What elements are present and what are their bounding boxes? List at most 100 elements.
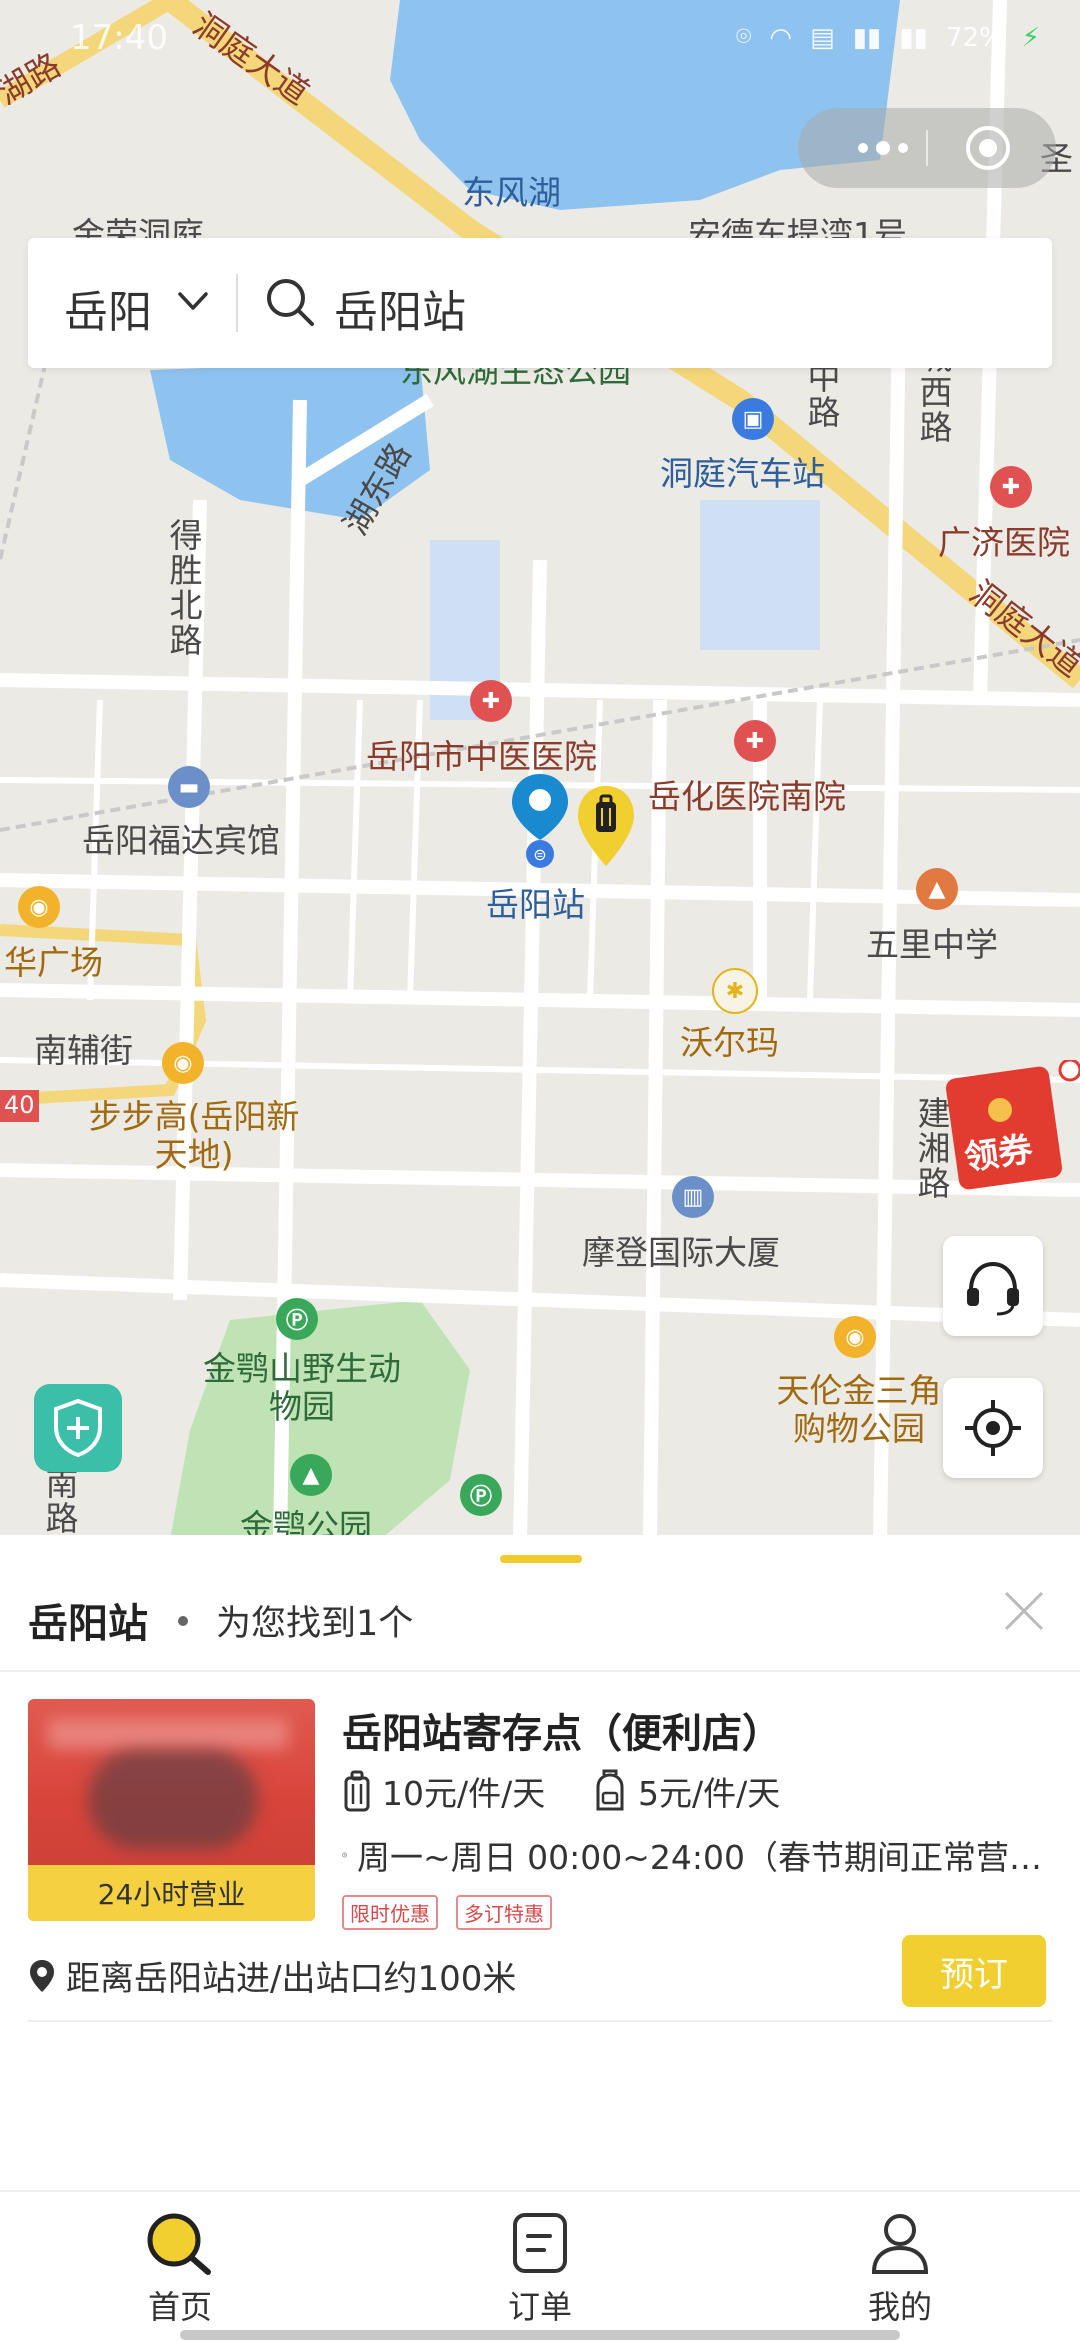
status-time: 17:40	[70, 18, 168, 58]
sheet-title: 岳阳站	[28, 1601, 148, 1647]
signal-icon: ▮▮	[899, 22, 928, 53]
poi-label: 岳阳福达宾馆	[82, 821, 280, 860]
price-bag-text: 5元/件/天	[638, 1774, 781, 1813]
search-bar: 岳阳 岳阳站	[28, 238, 1052, 368]
poi-label: 洞庭汽车站	[660, 454, 825, 493]
price-bag: 5元/件/天	[592, 1767, 780, 1815]
hospital-icon: ✚	[990, 466, 1032, 508]
road-number-label: 40	[0, 1090, 39, 1122]
business-hours-text: 周一~周日 00:00~24:00（春节期间正常营…	[357, 1838, 1042, 1877]
poi-label: 南辅街	[34, 1031, 133, 1070]
capsule-divider	[926, 130, 928, 166]
road-label: 得胜北路	[163, 518, 203, 658]
battery-text: 72%	[945, 22, 1004, 53]
poi-label: 沃尔玛	[680, 1023, 779, 1062]
home-indicator	[180, 2330, 900, 2340]
mall-icon: ◉	[834, 1316, 876, 1358]
more-menu-icon[interactable]	[838, 128, 928, 168]
poi-label: 岳化医院南院	[648, 777, 846, 816]
lake-label: 东风湖	[462, 173, 561, 212]
status-bar: 17:40 ⌾ ◠ ▤ ▮▮ ▮▮ 72% ⚡	[0, 0, 1080, 80]
search-icon	[147, 2213, 211, 2275]
mall-icon: ◉	[162, 1042, 204, 1084]
mall-icon: ◉	[18, 886, 60, 928]
tree-icon: ▲	[290, 1454, 332, 1496]
locate-button[interactable]	[943, 1378, 1043, 1478]
coupon-button[interactable]: 领券	[944, 1058, 1080, 1190]
exit-miniprogram-icon[interactable]	[966, 126, 1010, 170]
bus-icon: ▣	[732, 398, 774, 440]
poi-label: 广济医院	[938, 523, 1070, 562]
hospital-icon: ✚	[734, 720, 776, 762]
title-separator-dot	[178, 1616, 188, 1626]
location-pin-icon	[30, 1959, 54, 1992]
chevron-down-icon[interactable]	[174, 282, 212, 320]
building-icon: ▥	[672, 1176, 714, 1218]
tab-home-label: 首页	[147, 2288, 212, 2326]
price-luggage: 10元/件/天	[342, 1767, 545, 1815]
book-button[interactable]: 预订	[902, 1935, 1046, 2007]
search-divider	[236, 274, 238, 332]
hotel-icon: ▬	[168, 766, 210, 808]
city-selector[interactable]: 岳阳	[64, 276, 152, 340]
clock-icon	[342, 1852, 347, 1858]
tab-profile-label: 我的	[867, 2288, 932, 2326]
divider	[0, 1670, 1080, 1672]
promo-tag: 限时优惠	[342, 1895, 438, 1930]
luggage-icon	[344, 1770, 370, 1812]
customer-service-button[interactable]	[943, 1236, 1043, 1336]
tab-orders-label: 订单	[507, 2288, 572, 2326]
headset-icon	[967, 1261, 1019, 1316]
station-label: 岳阳站	[486, 885, 585, 924]
tab-home[interactable]: 首页	[100, 2210, 260, 2328]
order-list-icon	[513, 2213, 567, 2273]
search-input[interactable]: 岳阳站	[334, 276, 466, 340]
sheet-drag-handle[interactable]	[500, 1555, 582, 1563]
backpack-icon	[596, 1769, 624, 1811]
poi-label: 摩登国际大厦	[582, 1233, 780, 1272]
hd-icon: ▤	[810, 22, 835, 53]
divider	[28, 2020, 1052, 2022]
luggage-pin-icon[interactable]	[574, 782, 638, 872]
miniprogram-capsule	[798, 108, 1056, 188]
wifi-icon: ◠	[769, 22, 793, 53]
price-luggage-text: 10元/件/天	[382, 1774, 546, 1813]
safety-shield-button[interactable]	[34, 1384, 122, 1472]
poi-label: 步步高(岳阳新天地)	[88, 1097, 300, 1174]
status-icons: ⌾ ◠ ▤ ▮▮ ▮▮ 72% ⚡	[736, 22, 1040, 53]
open-hours-badge: 24小时营业	[28, 1865, 315, 1921]
tab-profile[interactable]: 我的	[820, 2210, 980, 2328]
store-thumbnail[interactable]: 24小时营业	[28, 1699, 315, 1921]
hospital-icon: ✚	[470, 680, 512, 722]
poi-label: 五里中学	[866, 925, 998, 964]
school-icon: ▲	[916, 868, 958, 910]
signal-icon: ▮▮	[852, 22, 882, 53]
road-label: 南路	[39, 1466, 79, 1536]
business-hours: 周一~周日 00:00~24:00（春节期间正常营…	[342, 1831, 1042, 1879]
poi-label: 金鹗山野生动物园	[203, 1349, 401, 1426]
store-name[interactable]: 岳阳站寄存点（便利店）	[342, 1701, 782, 1759]
station-pin-icon[interactable]: ⊜	[508, 770, 572, 870]
promo-tag: 多订特惠	[456, 1895, 552, 1930]
charging-icon: ⚡	[1021, 22, 1040, 53]
location-icon: ⌾	[735, 22, 752, 52]
map-view[interactable]: 洞庭大道 湖路 洞庭大道 东风湖 安德东提湾1号 金荣洞庭 东风湖生态公园 ▣ …	[0, 0, 1080, 1540]
close-icon[interactable]	[1000, 1587, 1048, 1635]
user-icon	[871, 2214, 929, 2274]
distance-info: 距离岳阳站进/出站口约100米	[28, 1951, 516, 2000]
park-icon: Ⓟ	[460, 1474, 502, 1516]
search-icon[interactable]	[262, 274, 318, 330]
crosshair-icon	[965, 1400, 1021, 1456]
coupon-label: 领券	[962, 1129, 1035, 1179]
poi-label: 天伦金三角购物公园	[776, 1371, 942, 1448]
poi-label: 华广场	[4, 943, 103, 982]
results-count: 为您找到1个	[216, 1604, 414, 1644]
distance-text: 距离岳阳站进/出站口约100米	[66, 1959, 517, 1999]
shield-icon	[54, 1398, 102, 1458]
walmart-icon: ✱	[712, 968, 758, 1014]
park-icon: Ⓟ	[276, 1298, 318, 1340]
svg-text:⊜: ⊜	[533, 845, 546, 864]
road-label: 中路	[801, 360, 841, 430]
results-sheet: 岳阳站 为您找到1个 24小时营业 岳阳站寄存点（便利店） 10元/件/天 5元…	[0, 1535, 1080, 2190]
tab-orders[interactable]: 订单	[460, 2210, 620, 2328]
